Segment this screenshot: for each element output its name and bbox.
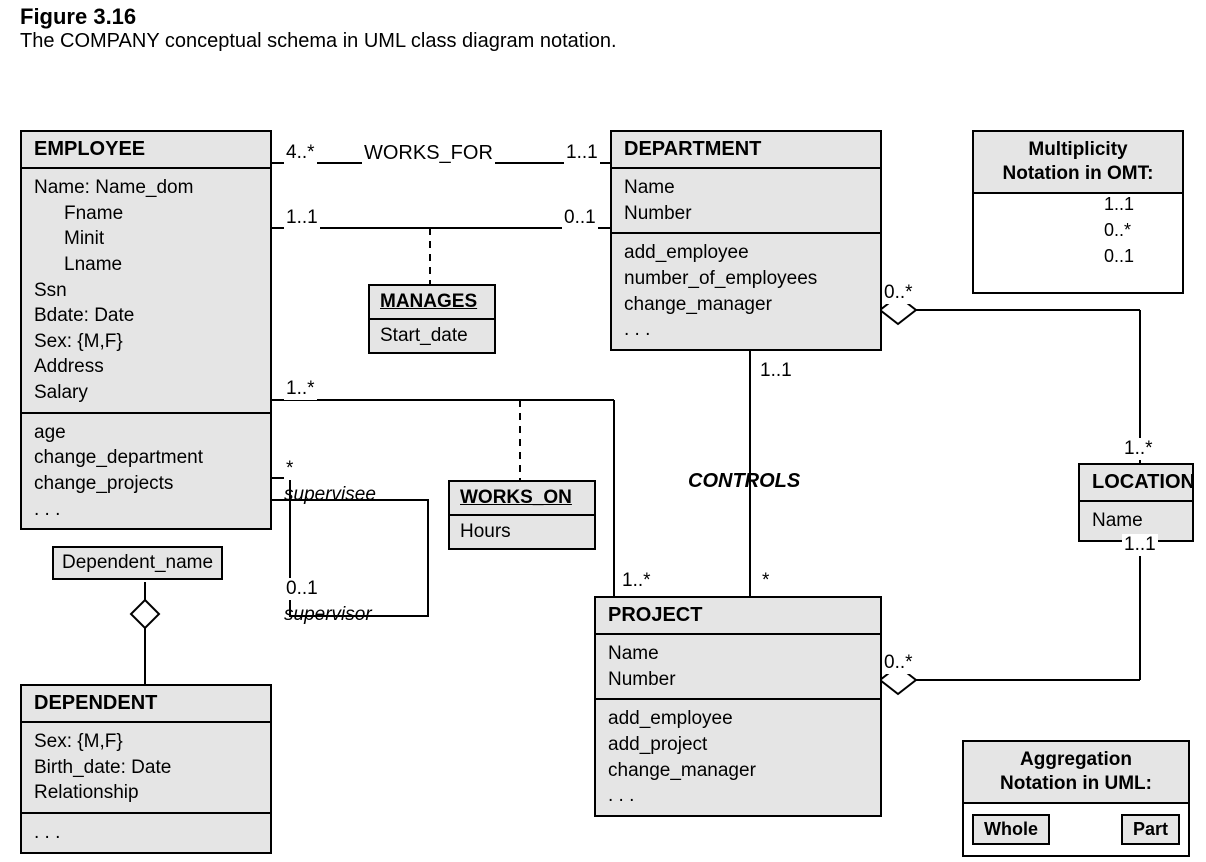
op: add_employee <box>624 240 868 266</box>
mult-controls-top: 1..1 <box>758 360 794 382</box>
rel-worksfor: WORKS_FOR <box>362 142 495 165</box>
assoc-class-manages: MANAGES Start_date <box>368 284 496 354</box>
class-project: PROJECT Name Number add_employee add_pro… <box>594 596 882 817</box>
class-location: LOCATION Name <box>1078 463 1194 542</box>
legend-omt-multiplicity: Multiplicity Notation in OMT: 1..1 0..* … <box>972 130 1184 294</box>
class-title: LOCATION <box>1080 465 1192 502</box>
attr: Ssn <box>34 278 258 304</box>
mult-worksfor-left: 4..* <box>284 142 317 164</box>
mult-workson-left: 1..* <box>284 378 317 400</box>
class-department: DEPARTMENT Name Number add_employee numb… <box>610 130 882 351</box>
legend-title: Aggregation <box>1020 749 1132 770</box>
attr: Relationship <box>34 780 258 806</box>
op: change_department <box>34 445 258 471</box>
legend-whole: Whole <box>972 814 1050 845</box>
mult-deptloc-dept: 0..* <box>882 282 915 304</box>
attr: Address <box>34 354 258 380</box>
op: change_projects <box>34 471 258 497</box>
op: change_manager <box>624 292 868 318</box>
legend-item: 1..1 <box>1104 194 1134 215</box>
op: . . . <box>34 497 258 523</box>
assoc-title: WORKS_ON <box>450 482 594 516</box>
mult-projloc-loc: 1..1 <box>1122 534 1158 556</box>
mult-manages-left: 1..1 <box>284 207 320 229</box>
mult-manages-right: 0..1 <box>562 207 598 229</box>
assoc-attr: Hours <box>450 516 594 548</box>
op: . . . <box>34 820 258 846</box>
attr: Minit <box>34 226 258 252</box>
attr: Bdate: Date <box>34 303 258 329</box>
role-supervisor: supervisor <box>284 604 372 626</box>
op: change_manager <box>608 758 868 784</box>
op: add_employee <box>608 706 868 732</box>
attr: Lname <box>34 252 258 278</box>
op: age <box>34 420 258 446</box>
legend-title: Notation in OMT: <box>1003 163 1154 184</box>
attr: Name <box>624 175 868 201</box>
attr: Number <box>624 201 868 227</box>
attr: Fname <box>34 201 258 227</box>
op: add_project <box>608 732 868 758</box>
class-title: PROJECT <box>596 598 880 635</box>
attr: Name <box>608 641 868 667</box>
legend-title: Notation in UML: <box>1000 773 1152 794</box>
mult-supervisee: * <box>284 458 295 480</box>
attr: Number <box>608 667 868 693</box>
assoc-class-workson: WORKS_ON Hours <box>448 480 596 550</box>
attr: Sex: {M,F} <box>34 329 258 355</box>
mult-workson-right: * <box>760 570 771 592</box>
attr: Birth_date: Date <box>34 755 258 781</box>
class-title: EMPLOYEE <box>22 132 270 169</box>
role-supervisee: supervisee <box>284 484 376 506</box>
qualifier-dependent-name: Dependent_name <box>52 546 223 580</box>
legend-item: 0..* <box>1104 220 1131 241</box>
legend-part: Part <box>1121 814 1180 845</box>
mult-projloc-proj: 0..* <box>882 652 915 674</box>
op: number_of_employees <box>624 266 868 292</box>
legend-title: Multiplicity <box>1028 139 1127 160</box>
assoc-title: MANAGES <box>370 286 494 320</box>
mult-workson-bot: 1..* <box>620 570 653 592</box>
attr: Salary <box>34 380 258 406</box>
class-title: DEPENDENT <box>22 686 270 723</box>
attr: Sex: {M,F} <box>34 729 258 755</box>
mult-deptloc-loc: 1..* <box>1122 438 1155 460</box>
attr: Name: Name_dom <box>34 175 258 201</box>
legend-uml-aggregation: Aggregation Notation in UML: Whole Part <box>962 740 1190 857</box>
mult-worksfor-right: 1..1 <box>564 142 600 164</box>
class-dependent: DEPENDENT Sex: {M,F} Birth_date: Date Re… <box>20 684 272 854</box>
assoc-attr: Start_date <box>370 320 494 352</box>
legend-item: 0..1 <box>1104 246 1134 267</box>
op: . . . <box>608 783 868 809</box>
op: . . . <box>624 317 868 343</box>
attr: Name <box>1092 508 1180 534</box>
mult-supervisor: 0..1 <box>284 578 320 600</box>
class-title: DEPARTMENT <box>612 132 880 169</box>
class-employee: EMPLOYEE Name: Name_dom Fname Minit Lnam… <box>20 130 272 530</box>
rel-controls: CONTROLS <box>688 470 800 493</box>
